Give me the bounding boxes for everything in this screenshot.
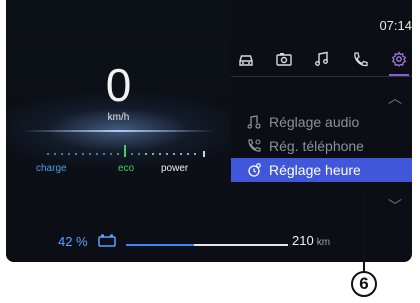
menu-item-label: Rég. téléphone	[269, 138, 364, 154]
power-label: power	[161, 163, 189, 174]
tab-vehicle[interactable]	[233, 48, 259, 74]
settings-panel: 07:14 ︿ Réglage audio Rég. téléphone Rég…	[231, 0, 412, 262]
phone-settings-icon	[245, 137, 263, 155]
music-note-icon	[313, 51, 331, 72]
gear-icon	[390, 50, 408, 72]
tab-settings[interactable]	[386, 48, 412, 76]
power-scale	[47, 145, 205, 157]
scroll-up-arrow-icon[interactable]: ︿	[388, 88, 402, 108]
infotainment-screen: 0 km/h charge eco power 42 % 210 km 07:1…	[6, 0, 412, 262]
instrument-cluster: 0 km/h charge eco power	[6, 0, 231, 262]
menu-item-label: Réglage audio	[269, 114, 360, 130]
battery-percent: 42 %	[58, 234, 88, 249]
settings-menu: Réglage audio Rég. téléphone Réglage heu…	[231, 110, 412, 182]
tab-camera[interactable]	[271, 48, 297, 74]
phone-icon	[351, 51, 369, 72]
scroll-down-arrow-icon[interactable]: ﹀	[388, 196, 402, 216]
menu-item-audio-settings[interactable]: Réglage audio	[231, 110, 412, 134]
tab-divider	[231, 76, 412, 77]
horizon-glow	[21, 130, 216, 132]
status-clock: 07:14	[379, 18, 412, 33]
camera-icon	[275, 51, 293, 72]
menu-item-time-settings[interactable]: Réglage heure	[231, 158, 412, 182]
menu-item-phone-settings[interactable]: Rég. téléphone	[231, 134, 412, 158]
callout-leader-line	[363, 190, 365, 272]
charge-label: charge	[36, 163, 67, 174]
speed-unit: km/h	[107, 112, 130, 123]
tab-media[interactable]	[309, 48, 335, 74]
menu-item-label: Réglage heure	[269, 162, 361, 178]
audio-settings-icon	[245, 113, 263, 131]
clock-settings-icon	[245, 161, 263, 179]
tab-phone[interactable]	[347, 48, 373, 74]
tab-bar	[231, 48, 412, 76]
car-icon	[237, 51, 255, 72]
callout-number: 6	[351, 271, 377, 297]
speed-readout: 0	[105, 59, 132, 111]
eco-label: eco	[118, 163, 135, 174]
battery-icon	[98, 234, 116, 252]
